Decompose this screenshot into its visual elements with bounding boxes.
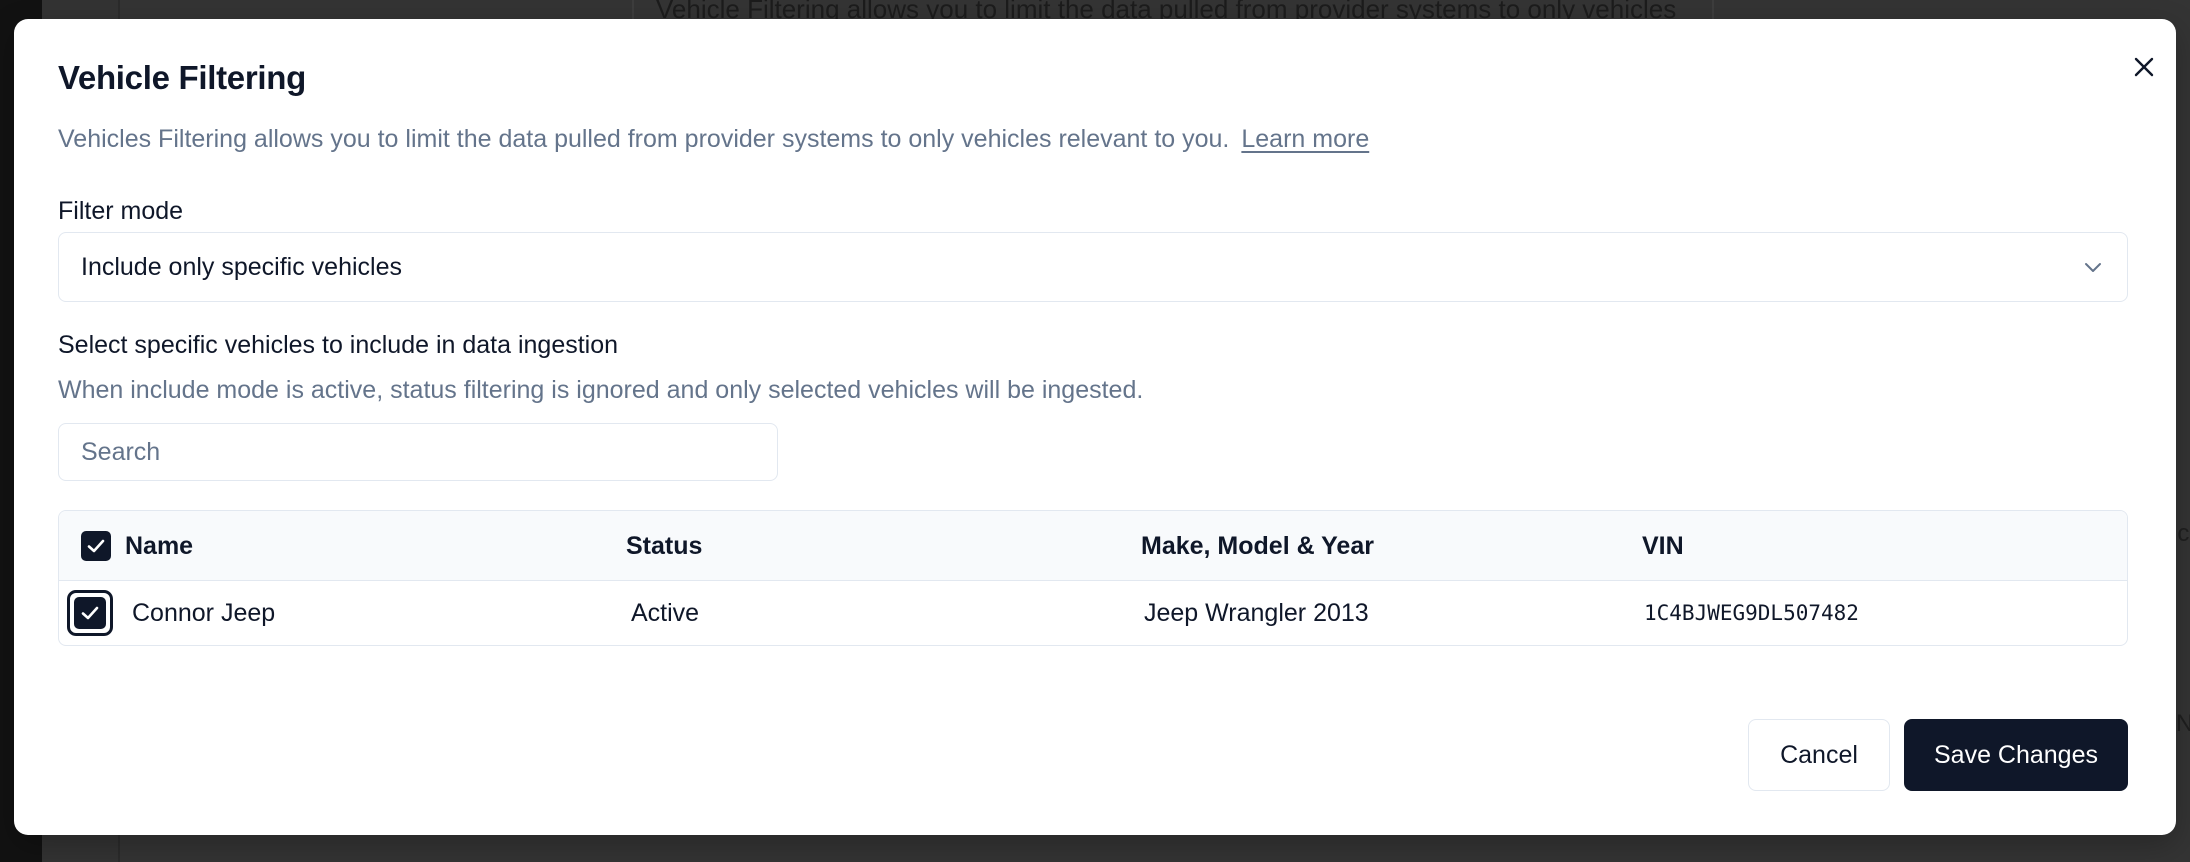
cell-make-model-year: Jeep Wrangler 2013	[1144, 598, 1369, 627]
column-header-make-model-year[interactable]: Make, Model & Year	[1141, 511, 1374, 581]
column-header-name[interactable]: Name	[125, 511, 193, 581]
vehicles-table: Name Status Make, Model & Year VIN Conno…	[58, 510, 2128, 646]
row-checkbox[interactable]	[67, 590, 113, 636]
chevron-down-icon	[2085, 263, 2101, 272]
close-button[interactable]	[2126, 49, 2162, 85]
cell-vin: 1C4BJWEG9DL507482	[1644, 601, 1859, 625]
select-all-checkbox[interactable]	[81, 531, 111, 561]
vehicle-filtering-dialog: Vehicle Filtering Vehicles Filtering all…	[14, 19, 2176, 835]
vehicle-selection-label: Select specific vehicles to include in d…	[58, 331, 619, 359]
row-checkbox-fill	[74, 597, 106, 629]
check-icon	[81, 606, 99, 620]
table-header: Name Status Make, Model & Year VIN	[59, 511, 2127, 581]
save-changes-button[interactable]: Save Changes	[1904, 719, 2128, 791]
dialog-title: Vehicle Filtering	[58, 59, 306, 96]
filter-mode-select[interactable]: Include only specific vehicles	[58, 232, 2128, 302]
column-header-status[interactable]: Status	[626, 511, 702, 581]
vehicle-selection-hint: When include mode is active, status filt…	[58, 376, 1144, 404]
filter-mode-value: Include only specific vehicles	[81, 252, 402, 281]
dialog-description: Vehicles Filtering allows you to limit t…	[58, 125, 1369, 154]
x-icon	[2134, 57, 2154, 77]
background-fragment: N	[2176, 710, 2190, 737]
cell-name: Connor Jeep	[132, 598, 276, 627]
filter-mode-label: Filter mode	[58, 197, 184, 225]
table-row[interactable]: Connor Jeep Active Jeep Wrangler 2013 1C…	[59, 581, 2127, 645]
column-header-vin[interactable]: VIN	[1642, 511, 1684, 581]
cancel-button[interactable]: Cancel	[1748, 719, 1890, 791]
check-icon	[87, 539, 105, 553]
cell-status: Active	[631, 598, 700, 627]
description-text: Vehicles Filtering allows you to limit t…	[58, 125, 1230, 153]
search-input[interactable]	[58, 423, 778, 481]
learn-more-link[interactable]: Learn more	[1241, 125, 1369, 153]
